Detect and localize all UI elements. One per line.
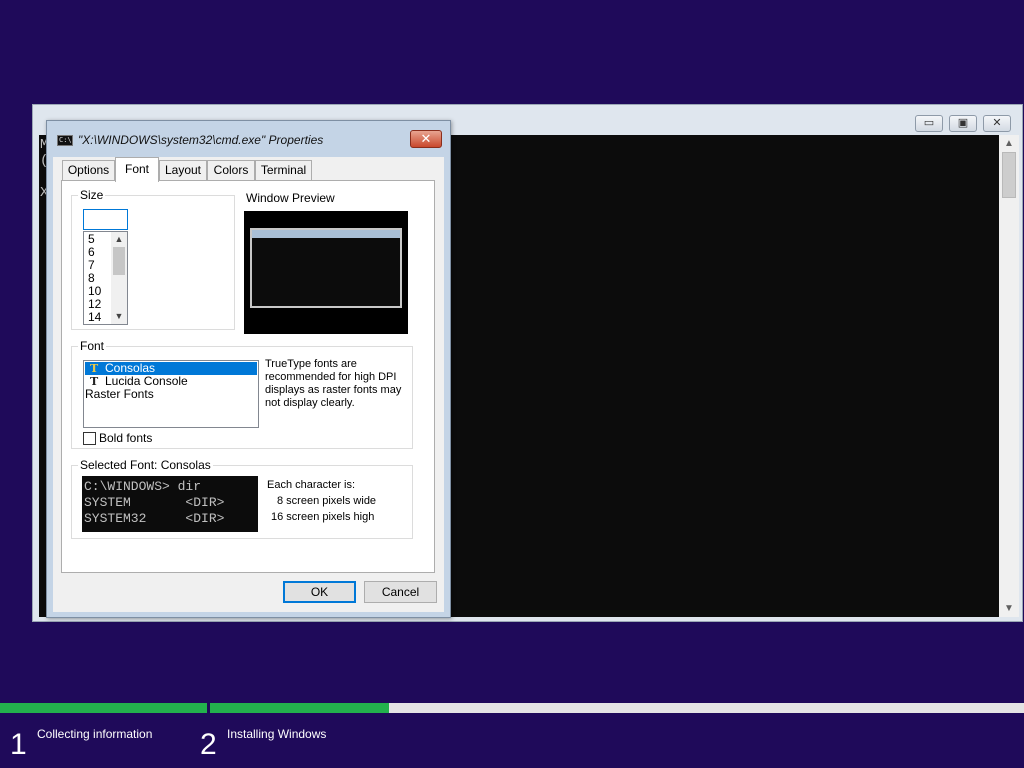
font-group-label: Font: [78, 339, 107, 353]
minimize-icon: ▭: [923, 117, 935, 129]
font-hint: TrueType fonts are recommended for high …: [265, 358, 402, 409]
step-label-installing: Installing Windows: [227, 727, 327, 741]
maximize-button[interactable]: ▣: [949, 115, 977, 132]
font-tab-panel: Size 5 6 7 8 10 12 14 ▲ ▼ Window Preview…: [61, 180, 435, 573]
sample-line: C:\WINDOWS> dir: [84, 479, 202, 494]
dialog-body: Options Font Layout Colors Terminal Size…: [53, 157, 444, 612]
selected-font-label: Selected Font: Consolas: [78, 458, 213, 472]
scroll-thumb[interactable]: [1002, 152, 1016, 198]
preview-label: Window Preview: [246, 191, 335, 205]
dialog-title: "X:\WINDOWS\system32\cmd.exe" Properties: [78, 133, 324, 147]
font-group: Font T Consolas T Lucida Console Raster Fo…: [71, 339, 413, 449]
font-sample: C:\WINDOWS> dir SYSTEM <DIR> SYSTEM32 <DIR…: [82, 476, 258, 532]
cancel-button[interactable]: Cancel: [364, 581, 437, 603]
tab-colors[interactable]: Colors: [207, 160, 255, 181]
size-group: Size 5 6 7 8 10 12 14 ▲ ▼: [71, 188, 235, 330]
selected-font-group: Selected Font: Consolas C:\WINDOWS> dir S…: [71, 458, 413, 539]
char-width: 8 screen pixels wide: [277, 495, 377, 507]
font-item-label: Lucida Console: [105, 374, 188, 388]
dialog-titlebar[interactable]: C:\ "X:\WINDOWS\system32\cmd.exe" Proper…: [47, 121, 450, 157]
step-number: 1: [10, 728, 27, 761]
close-icon: ✕: [992, 117, 1002, 129]
setup-progress-bar: [0, 703, 1024, 713]
step-label-collecting: Collecting information: [37, 727, 153, 741]
character-info: Each character is: 8 screen pixels wide …: [267, 477, 376, 525]
tab-options[interactable]: Options: [62, 160, 115, 181]
font-item-label: Raster Fonts: [85, 387, 154, 401]
tab-font[interactable]: Font: [115, 157, 159, 182]
preview-window: [250, 228, 402, 308]
close-button[interactable]: ✕: [983, 115, 1011, 132]
font-item-raster-fonts[interactable]: Raster Fonts: [85, 388, 257, 401]
preview-titlebar: [252, 230, 400, 238]
bold-fonts-checkbox[interactable]: [83, 432, 96, 445]
scroll-thumb[interactable]: [113, 247, 125, 275]
ok-button[interactable]: OK: [283, 581, 356, 603]
minimize-button[interactable]: ▭: [915, 115, 943, 132]
progress-divider: [207, 703, 210, 713]
char-height: 16 screen pixels high: [271, 511, 375, 523]
console-scrollbar[interactable]: ▲ ▼: [999, 135, 1019, 617]
cmd-icon: C:\: [57, 135, 73, 146]
window-preview: [244, 211, 408, 334]
close-icon: ✕: [420, 131, 432, 146]
sample-line: SYSTEM32 <DIR>: [84, 511, 225, 526]
progress-fill-installing: [210, 703, 389, 713]
tab-layout[interactable]: Layout: [159, 160, 207, 181]
chevron-up-icon[interactable]: ▲: [111, 232, 127, 246]
size-scrollbar[interactable]: ▲ ▼: [111, 232, 127, 324]
bold-fonts-label[interactable]: Bold fonts: [99, 431, 152, 445]
font-list[interactable]: T Consolas T Lucida Console Raster Fonts: [83, 360, 259, 428]
size-list[interactable]: 5 6 7 8 10 12 14 ▲ ▼: [83, 231, 128, 325]
font-item-label: Consolas: [105, 361, 156, 375]
sample-line: SYSTEM <DIR>: [84, 495, 225, 510]
size-group-label: Size: [78, 188, 106, 202]
scroll-up-icon[interactable]: ▲: [999, 135, 1019, 152]
maximize-icon: ▣: [957, 117, 969, 129]
dialog-close-button[interactable]: ✕: [410, 130, 442, 148]
size-item[interactable]: 14: [88, 311, 101, 324]
step-number: 2: [200, 728, 217, 761]
properties-dialog: C:\ "X:\WINDOWS\system32\cmd.exe" Proper…: [46, 120, 451, 618]
truetype-icon: T: [90, 362, 99, 375]
chevron-down-icon[interactable]: ▼: [111, 309, 127, 323]
char-info-title: Each character is:: [267, 479, 356, 491]
tab-terminal[interactable]: Terminal: [255, 160, 312, 181]
size-input[interactable]: [83, 209, 128, 230]
progress-fill-collecting: [0, 703, 207, 713]
scroll-down-icon[interactable]: ▼: [999, 600, 1019, 617]
